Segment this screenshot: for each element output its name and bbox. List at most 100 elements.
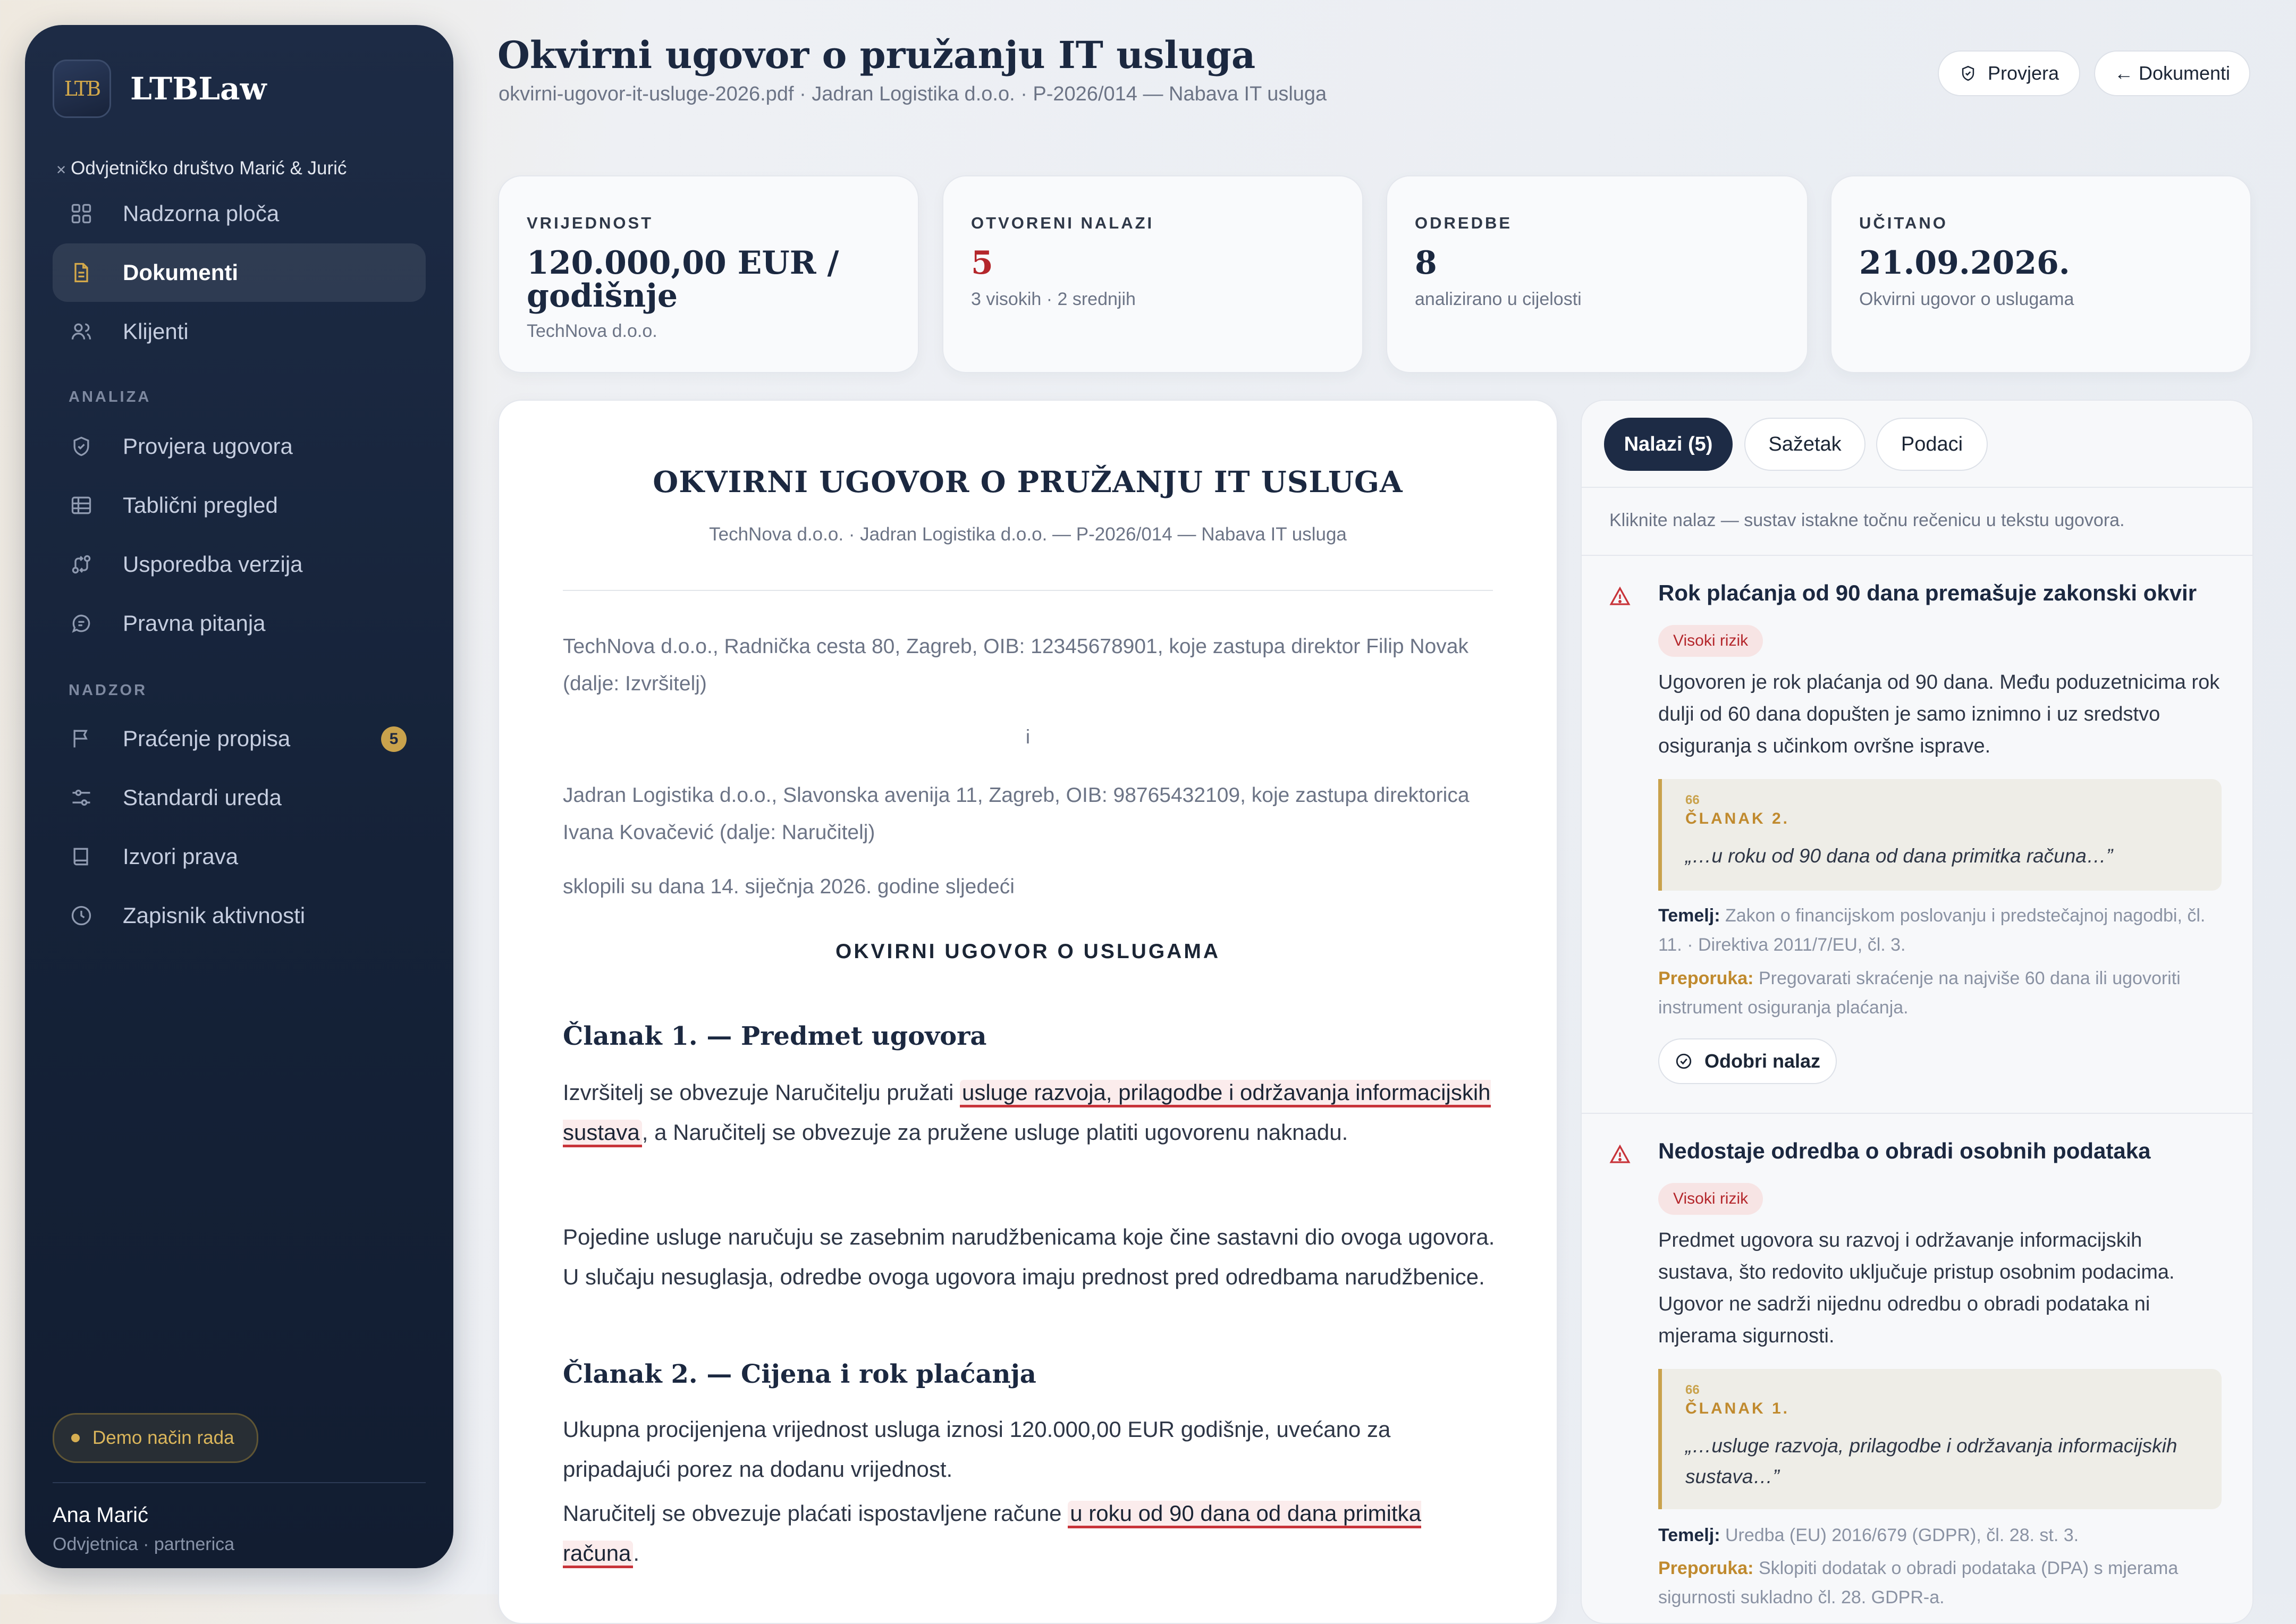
quote-mark-icon: 66: [1685, 793, 1700, 807]
sidebar-item-label: Nadzorna ploča: [123, 201, 280, 226]
document-viewer[interactable]: OKVIRNI UGOVOR O PRUŽANJU IT USLUGA Tech…: [498, 400, 1558, 1624]
sidebar-item-version-compare[interactable]: Usporedba verzija: [53, 535, 426, 594]
sidebar-item-label: Standardi ureda: [123, 785, 282, 810]
sidebar-item-contract-check[interactable]: Provjera ugovora: [53, 417, 426, 476]
finding-description: Ugovoren je rok plaćanja od 90 dana. Međ…: [1658, 671, 2220, 757]
article-1-paragraph-1: Izvršitelj se obvezuje Naručitelju pruža…: [563, 1072, 1498, 1152]
stat-note: TechNova d.o.o.: [527, 321, 657, 341]
check-button-label: Provjera: [1987, 62, 2059, 84]
approve-label: Odobri nalaz: [1704, 1050, 1821, 1072]
stat-note: 3 visokih · 2 srednjih: [971, 289, 1136, 309]
tab-summary[interactable]: Sažetak: [1744, 418, 1865, 471]
document-title: OKVIRNI UGOVOR O PRUŽANJU IT USLUGA: [653, 464, 1403, 499]
firm-name: Odvjetničko društvo Marić & Jurić: [71, 158, 347, 179]
compare-icon: [72, 555, 91, 574]
sliders-icon: [72, 789, 90, 806]
docs-button-label: Dokumenti: [2138, 62, 2231, 84]
tab-data[interactable]: Podaci: [1876, 418, 1988, 471]
sidebar-item-label: Klijenti: [123, 319, 189, 344]
approve-finding-button[interactable]: Odobri nalaz: [1658, 1038, 1837, 1084]
flag-icon: [73, 730, 88, 748]
finding-divider: [1582, 1113, 2252, 1114]
clock-icon: [71, 906, 91, 926]
sidebar-item-label: Usporedba verzija: [123, 552, 303, 577]
status-dot-icon: [71, 1434, 80, 1442]
panel-divider: [1582, 555, 2252, 556]
party-conjunction: i: [1025, 726, 1031, 748]
warning-icon: [1609, 586, 1631, 605]
stat-label: VRIJEDNOST: [527, 214, 654, 232]
document-icon: [74, 263, 88, 283]
tab-findings[interactable]: Nalazi (5): [1604, 418, 1733, 471]
chat-icon: [72, 614, 90, 633]
nav-section-analysis: ANALIZA: [69, 388, 151, 405]
table-icon: [71, 496, 91, 514]
sidebar-item-office-standards[interactable]: Standardi ureda: [53, 768, 426, 827]
firm-switcher[interactable]: ✕ Odvjetničko društvo Marić & Jurić: [56, 158, 347, 179]
dashboard-icon: [71, 204, 91, 224]
brand-name: LTBLaw: [130, 71, 267, 107]
stat-card-provisions: ODREDBE 8 analizirano u cijelosti: [1386, 175, 1808, 373]
stat-card-open-findings: OTVORENI NALAZI 5 3 visokih · 2 srednjih: [942, 175, 1363, 373]
stat-value: 120.000,00 EUR / godišnje: [527, 244, 839, 315]
sidebar-item-legal-questions[interactable]: Pravna pitanja: [53, 594, 426, 653]
stat-label: OTVORENI NALAZI: [971, 214, 1154, 232]
stat-note: Okvirni ugovor o uslugama: [1859, 289, 2074, 309]
sidebar-divider: [53, 1482, 426, 1483]
quote-mark-icon: 66: [1685, 1383, 1700, 1397]
article-2-paragraph-1: Ukupna procijenjena vrijednost usluga iz…: [563, 1417, 1391, 1482]
risk-badge: Visoki rizik: [1658, 1183, 1763, 1215]
sidebar-item-regulation-tracking[interactable]: Praćenje propisa 5: [53, 709, 426, 768]
users-icon: [71, 323, 91, 340]
document-divider: [563, 590, 1493, 591]
finding-quote[interactable]: 66 ČLANAK 2. „…u roku od 90 dana od dana…: [1658, 779, 2222, 891]
page-subtitle: okvirni-ugovor-it-usluge-2026.pdf · Jadr…: [499, 83, 1327, 105]
nav-section-monitor: NADZOR: [69, 682, 148, 699]
sidebar-item-label: Izvori prava: [123, 844, 239, 869]
finding-quote[interactable]: 66 ČLANAK 1. „…usluge razvoja, prilagodb…: [1658, 1369, 2222, 1509]
quote-text: „…usluge razvoja, prilagodbe i održavanj…: [1685, 1435, 2177, 1487]
concluded-line: sklopili su dana 14. siječnja 2026. godi…: [563, 875, 1015, 898]
check-button[interactable]: Provjera: [1938, 50, 2080, 96]
sidebar-item-label: Praćenje propisa: [123, 726, 291, 751]
sidebar-item-activity-log[interactable]: Zapisnik aktivnosti: [53, 886, 426, 945]
sidebar-item-label: Provjera ugovora: [123, 434, 293, 459]
risk-badge: Visoki rizik: [1658, 625, 1763, 657]
stat-label: ODREDBE: [1415, 214, 1513, 232]
finding-title[interactable]: Nedostaje odredba o obradi osobnih podat…: [1658, 1138, 2150, 1164]
arrow-left-icon: ←: [2114, 62, 2133, 84]
demo-mode-badge[interactable]: Demo način rada: [53, 1413, 258, 1463]
sidebar-item-label: Tablični pregled: [123, 493, 278, 518]
agreement-caps-title: OKVIRNI UGOVOR O USLUGAMA: [835, 940, 1221, 963]
quote-article-label: ČLANAK 2.: [1685, 810, 1790, 827]
quote-article-label: ČLANAK 1.: [1685, 1400, 1790, 1417]
article-2-paragraph-2: Naručitelj se obvezuje plaćati ispostavl…: [563, 1493, 1498, 1573]
sidebar-item-clients[interactable]: Klijenti: [53, 302, 426, 361]
sidebar-item-documents[interactable]: Dokumenti: [53, 243, 426, 302]
findings-panel: Nalazi (5) Sažetak Podaci Kliknite nalaz…: [1581, 400, 2253, 1624]
sidebar-item-dashboard[interactable]: Nadzorna ploča: [53, 184, 426, 243]
brand-logo: LTB: [53, 60, 111, 118]
finding-title[interactable]: Rok plaćanja od 90 dana premašuje zakons…: [1658, 580, 2197, 606]
stat-card-uploaded: UČITANO 21.09.2026. Okvirni ugovor o usl…: [1830, 175, 2251, 373]
quote-text: „…u roku od 90 dana od dana primitka rač…: [1685, 845, 2113, 867]
shield-icon: [73, 436, 89, 456]
stat-value: 5: [971, 244, 993, 282]
stat-card-value: VRIJEDNOST 120.000,00 EUR / godišnje Tec…: [498, 175, 919, 373]
back-to-documents-button[interactable]: ← Dokumenti: [2094, 50, 2250, 96]
party-contractor: TechNova d.o.o., Radnička cesta 80, Zagr…: [563, 635, 1468, 695]
document-subtitle: TechNova d.o.o. · Jadran Logistika d.o.o…: [709, 524, 1347, 545]
sidebar-item-label: Pravna pitanja: [123, 611, 266, 636]
shield-icon: [1962, 65, 1974, 81]
user-role: Odvjetnica · partnerica: [53, 1534, 235, 1554]
sidebar-item-legal-sources[interactable]: Izvori prava: [53, 827, 426, 886]
finding-basis: Temelj: Zakon o financijskom poslovanju …: [1658, 906, 2206, 955]
check-circle-icon: [1676, 1053, 1692, 1069]
article-1-heading: Članak 1. — Predmet ugovora: [563, 1021, 987, 1051]
user-name[interactable]: Ana Marić: [53, 1503, 148, 1527]
brand[interactable]: LTB LTBLaw: [53, 60, 267, 118]
sidebar-item-label: Dokumenti: [123, 260, 239, 285]
stat-value: 21.09.2026.: [1859, 244, 2070, 282]
sidebar-item-table-review[interactable]: Tablični pregled: [53, 476, 426, 535]
finding-recommendation: Preporuka: Pregovarati skraćenje na najv…: [1658, 968, 2181, 1018]
